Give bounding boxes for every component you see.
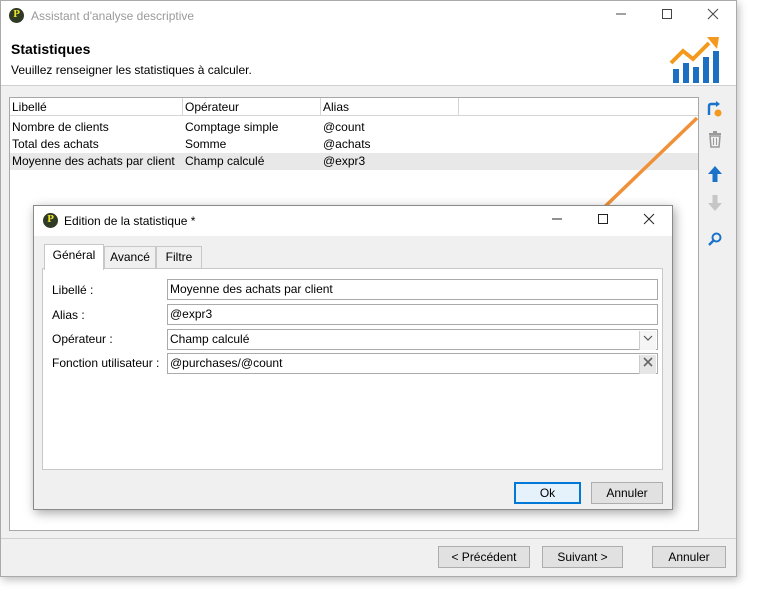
cell-operateur: Somme [185, 137, 227, 151]
page-header: Statistiques Veuillez renseigner les sta… [1, 31, 736, 86]
close-icon [707, 8, 719, 20]
column-header-libelle[interactable]: Libellé [10, 100, 47, 116]
column-header-operateur[interactable]: Opérateur [183, 100, 239, 116]
cell-operateur: Comptage simple [185, 120, 279, 134]
alias-field[interactable]: @expr3 [167, 304, 658, 325]
column-header-alias[interactable]: Alias [321, 100, 349, 116]
tab-filtre[interactable]: Filtre [156, 246, 202, 268]
operateur-label: Opérateur : [52, 332, 113, 346]
minimize-icon [552, 218, 562, 220]
dialog-title: Edition de la statistique * [64, 214, 196, 228]
alias-label: Alias : [52, 308, 85, 322]
cell-libelle: Total des achats [12, 137, 99, 151]
fonction-label: Fonction utilisateur : [52, 356, 160, 370]
maximize-button[interactable] [644, 1, 690, 31]
operateur-value: Champ calculé [170, 332, 250, 346]
cell-libelle: Moyenne des achats par client [12, 154, 175, 168]
ok-button[interactable]: Ok [514, 482, 581, 504]
separator [1, 538, 736, 539]
libelle-label: Libellé : [52, 283, 94, 297]
clear-icon [643, 357, 653, 367]
chevron-down-icon [643, 335, 653, 341]
maximize-icon [598, 214, 608, 224]
dialog-title-bar: P Edition de la statistique * [34, 206, 672, 236]
close-icon [643, 213, 655, 225]
column-divider[interactable] [458, 98, 459, 116]
fonction-value: @purchases/@count [170, 356, 283, 370]
maximize-icon [662, 9, 672, 19]
title-bar: P Assistant d'analyse descriptive [1, 1, 736, 31]
app-logo-icon: P [43, 213, 58, 228]
page-subtitle: Veuillez renseigner les statistiques à c… [11, 63, 252, 77]
fonction-field[interactable]: @purchases/@count [167, 353, 658, 374]
tab-avance[interactable]: Avancé [104, 246, 156, 268]
cancel-button[interactable]: Annuler [652, 546, 726, 568]
cell-alias: @achats [323, 137, 371, 151]
next-button[interactable]: Suivant > [542, 546, 623, 568]
cell-alias: @expr3 [323, 154, 366, 168]
dialog-close-button[interactable] [626, 206, 672, 236]
cell-alias: @count [323, 120, 365, 134]
clear-button[interactable] [639, 355, 656, 374]
dropdown-button[interactable] [639, 331, 656, 350]
cell-operateur: Champ calculé [185, 154, 265, 168]
dialog-maximize-button[interactable] [580, 206, 626, 236]
statistics-chart-icon [669, 37, 719, 83]
dialog-cancel-button[interactable]: Annuler [591, 482, 663, 504]
edit-statistic-dialog: P Edition de la statistique * Général Av… [33, 205, 673, 510]
operateur-select[interactable]: Champ calculé [167, 329, 658, 350]
app-logo-icon: P [9, 8, 24, 23]
close-button[interactable] [690, 1, 736, 31]
libelle-field[interactable]: Moyenne des achats par client [167, 279, 658, 300]
window-title: Assistant d'analyse descriptive [31, 9, 195, 23]
dialog-minimize-button[interactable] [534, 206, 580, 236]
previous-button[interactable]: < Précédent [438, 546, 530, 568]
minimize-button[interactable] [598, 1, 644, 31]
cell-libelle: Nombre de clients [12, 120, 109, 134]
page-title: Statistiques [11, 41, 91, 57]
tab-general[interactable]: Général [44, 244, 104, 270]
minimize-icon [616, 13, 626, 15]
